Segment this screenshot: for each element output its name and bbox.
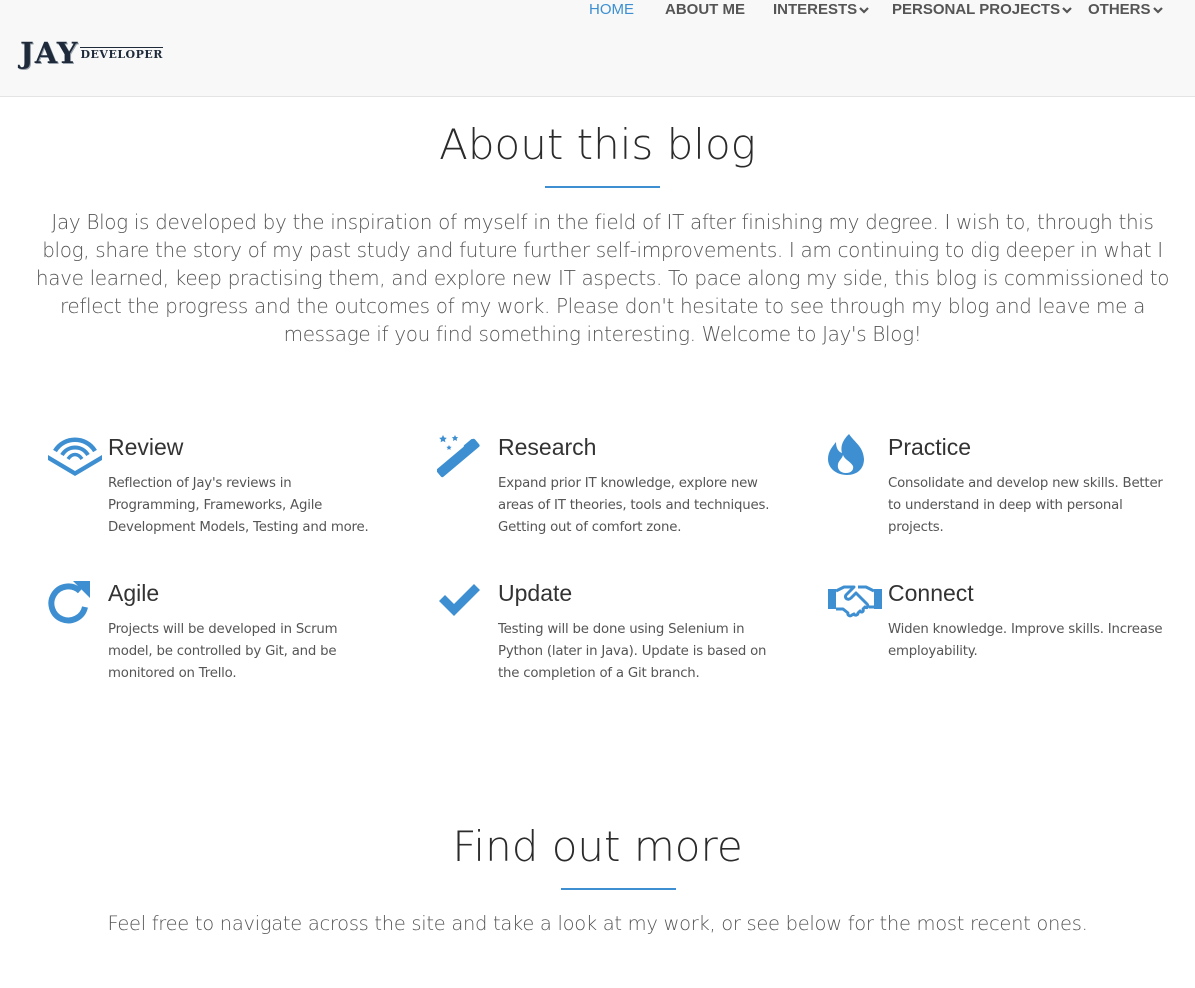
chevron-down-icon — [859, 7, 869, 14]
nav-home-label: HOME — [589, 1, 634, 18]
nav-interests[interactable]: INTERESTS — [773, 0, 869, 20]
feature-research-title: Research — [498, 434, 597, 460]
logo-sub-text: DEVELOPER — [80, 47, 163, 61]
nav-others-label: OTHERS — [1088, 1, 1151, 18]
logo-main-text: JAY — [20, 36, 79, 70]
chevron-down-icon — [1152, 7, 1163, 14]
checkmark-icon — [439, 584, 480, 616]
feature-update-text: Testing will be done using Selenium in P… — [498, 622, 767, 681]
about-divider — [545, 186, 660, 188]
more-title: Find out more — [452, 822, 743, 871]
magic-wand-icon — [437, 435, 480, 478]
feature-connect-title: Connect — [888, 580, 974, 606]
about-text: Jay Blog is developed by the inspiration… — [35, 210, 1170, 346]
navbar: JAY DEVELOPER HOME ABOUT ME INTERESTS PE… — [0, 0, 1195, 97]
nav-about-me-label: ABOUT ME — [665, 1, 745, 18]
about-title: About this blog — [439, 120, 756, 169]
nav-interests-label: INTERESTS — [773, 1, 858, 18]
more-divider — [561, 888, 676, 890]
nav-home[interactable]: HOME — [589, 0, 634, 20]
feature-practice-title: Practice — [888, 434, 972, 460]
refresh-icon — [48, 581, 90, 624]
feature-research-text: Expand prior IT knowledge, explore new a… — [498, 476, 770, 535]
feature-practice-text: Consolidate and develop new skills. Bett… — [888, 476, 1163, 535]
audible-icon — [48, 437, 102, 476]
feature-agile-title: Agile — [108, 580, 160, 606]
fire-icon — [828, 434, 864, 475]
more-text: Feel free to navigate across the site an… — [107, 912, 1088, 935]
site-logo[interactable]: JAY DEVELOPER — [20, 34, 163, 68]
chevron-down-icon — [1062, 7, 1072, 14]
feature-agile-text: Projects will be developed in Scrum mode… — [108, 622, 338, 681]
feature-connect-text: Widen knowledge. Improve skills. Increas… — [888, 622, 1163, 659]
feature-review-text: Reflection of Jay's reviews in Programmi… — [108, 476, 369, 535]
nav-about-me[interactable]: ABOUT ME — [665, 0, 745, 20]
handshake-icon — [828, 585, 882, 618]
nav-personal-projects-label: PERSONAL PROJECTS — [892, 1, 1061, 18]
nav-others[interactable]: OTHERS — [1088, 0, 1163, 20]
feature-review-title: Review — [108, 434, 184, 460]
nav-personal-projects[interactable]: PERSONAL PROJECTS — [892, 0, 1072, 20]
feature-update-title: Update — [498, 580, 573, 606]
